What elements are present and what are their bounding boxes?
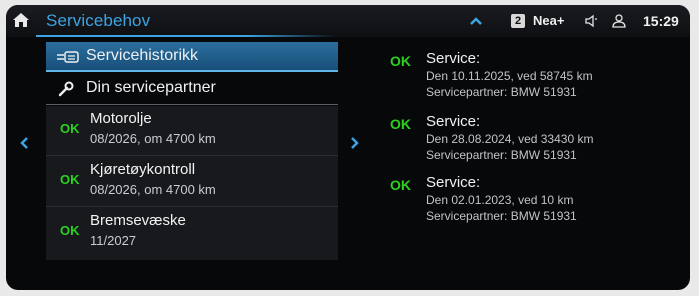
list-item[interactable]: OK Kjøretøykontroll 08/2026, om 4700 km xyxy=(46,157,338,207)
top-bar: Servicebehov 2 Nea+ 15:29 xyxy=(6,5,690,37)
service-detail: 11/2027 xyxy=(90,233,137,248)
car-history-icon xyxy=(56,49,79,65)
status-badge: OK xyxy=(390,177,411,193)
menu-item-label: Din servicepartner xyxy=(86,79,216,96)
page-title: Servicebehov xyxy=(46,11,151,30)
service-name: Kjøretøykontroll xyxy=(90,161,196,178)
service-name: Motorolje xyxy=(90,110,152,127)
history-partner: Servicepartner: BMW 51931 xyxy=(426,85,577,99)
list-item[interactable]: OK Motorolje 08/2026, om 4700 km xyxy=(46,106,338,156)
history-date: Den 28.08.2024, ved 33430 km xyxy=(426,132,594,146)
clock: 15:29 xyxy=(643,13,679,29)
user-icon xyxy=(612,13,626,29)
history-title: Service: xyxy=(426,50,481,67)
home-icon[interactable] xyxy=(12,11,30,29)
chevron-right-icon[interactable] xyxy=(349,135,361,151)
history-title: Service: xyxy=(426,174,481,191)
menu-item-service-partner[interactable]: Din servicepartner xyxy=(46,74,338,105)
history-title: Service: xyxy=(426,113,481,130)
service-detail: 08/2026, om 4700 km xyxy=(90,182,216,197)
speaker-icon xyxy=(584,14,600,28)
service-name: Bremsevæske xyxy=(90,212,186,229)
status-badge: OK xyxy=(60,223,80,238)
status-badge: OK xyxy=(390,53,411,69)
service-needs-list: OK Motorolje 08/2026, om 4700 km OK Kjør… xyxy=(46,106,338,260)
chevron-up-icon[interactable] xyxy=(469,14,483,26)
history-date: Den 02.01.2023, ved 10 km xyxy=(426,193,574,207)
idrive-screen: Servicebehov 2 Nea+ 15:29 Servicehistori… xyxy=(6,5,690,290)
message-badge: 2 xyxy=(511,14,525,28)
chevron-left-icon[interactable] xyxy=(18,135,30,151)
status-badge: OK xyxy=(60,121,80,136)
title-underline xyxy=(36,35,336,37)
menu-item-label: Servicehistorikk xyxy=(86,47,199,64)
history-partner: Servicepartner: BMW 51931 xyxy=(426,148,577,162)
history-entry: OK Service: Den 02.01.2023, ved 10 km Se… xyxy=(386,173,676,235)
service-detail: 08/2026, om 4700 km xyxy=(90,131,216,146)
list-item[interactable]: OK Bremsevæske 11/2027 xyxy=(46,208,338,258)
menu-item-service-history[interactable]: Servicehistorikk xyxy=(46,42,338,72)
status-badge: OK xyxy=(60,172,80,187)
status-badge: OK xyxy=(390,116,411,132)
network-label: Nea+ xyxy=(533,13,565,28)
wrench-icon xyxy=(56,81,78,97)
history-entry: OK Service: Den 28.08.2024, ved 33430 km… xyxy=(386,112,676,174)
history-partner: Servicepartner: BMW 51931 xyxy=(426,209,577,223)
history-date: Den 10.11.2025, ved 58745 km xyxy=(426,69,593,83)
history-entry: OK Service: Den 10.11.2025, ved 58745 km… xyxy=(386,49,676,111)
